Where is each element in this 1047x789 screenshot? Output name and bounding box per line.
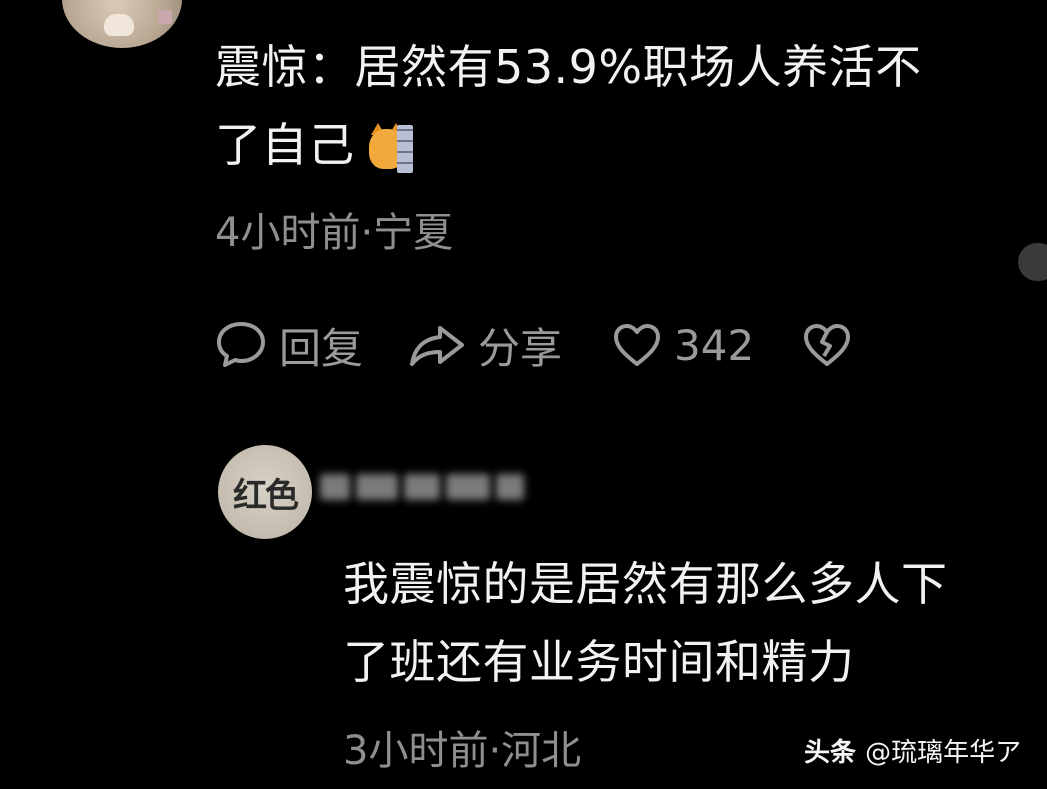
share-label: 分享 <box>478 323 563 373</box>
watermark: 头条 @琉璃年华ア <box>804 732 1021 769</box>
reply-button[interactable]: 回复 <box>215 315 363 376</box>
cat-peeking-icon <box>367 122 415 175</box>
watermark-brand: 头条 <box>804 738 857 768</box>
comment-text-line-2-content: 了自己 <box>215 118 355 172</box>
heart-icon <box>614 324 661 366</box>
like-button[interactable]: 342 <box>612 321 754 370</box>
speech-bubble-icon <box>217 322 265 367</box>
comment-text: 震惊：居然有53.9%职场人养活不 了自己 <box>215 28 975 184</box>
reply-avatar-text: 红色 <box>233 475 299 516</box>
avatar-badge <box>158 10 172 24</box>
share-button[interactable]: 分享 <box>408 315 562 376</box>
reply-username-blurred[interactable] <box>320 470 530 504</box>
commenter-avatar[interactable] <box>62 0 182 48</box>
reply-text: 我震惊的是居然有那么多人下 了班还有业务时间和精力 <box>343 545 1003 701</box>
watermark-user: @琉璃年华ア <box>865 738 1022 768</box>
share-arrow-icon <box>410 326 465 366</box>
like-count: 342 <box>674 320 755 370</box>
comment-meta: 4小时前·宁夏 <box>215 210 454 256</box>
reply-avatar[interactable]: 红色 <box>218 445 312 539</box>
reply-text-line-1: 我震惊的是居然有那么多人下 <box>343 557 948 611</box>
reply-label: 回复 <box>279 323 364 373</box>
dislike-button[interactable] <box>802 322 852 368</box>
reply-meta: 3小时前·河北 <box>343 728 582 774</box>
thumbs-up-hand-graphic <box>104 14 134 36</box>
broken-heart-icon <box>804 324 851 366</box>
reply-text-line-2: 了班还有业务时间和精力 <box>343 635 855 689</box>
comment-text-line-1: 震惊：居然有53.9%职场人养活不 <box>215 40 922 94</box>
comment-text-line-2: 了自己 <box>215 106 975 184</box>
comment-action-bar: 回复 分享 342 <box>215 315 852 375</box>
scrollbar-handle[interactable] <box>1018 243 1047 281</box>
